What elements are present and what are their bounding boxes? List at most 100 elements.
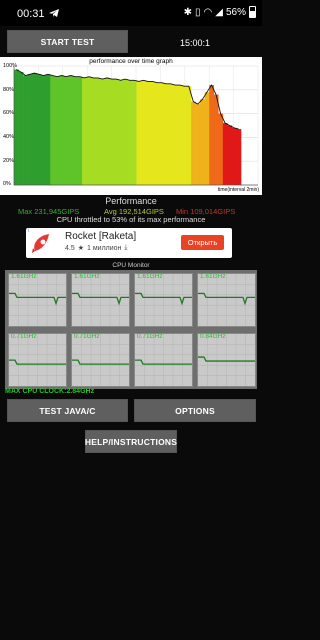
cpu-core-frequency: 1.61GHz xyxy=(200,273,226,280)
cpu-core-chart xyxy=(135,274,192,326)
performance-bar xyxy=(231,127,237,185)
performance-bar xyxy=(73,76,78,185)
ad-meta: 4.5 ★ 1 миллион ⤓ xyxy=(65,244,128,252)
performance-bar xyxy=(218,113,224,185)
performance-graph: performance over time graph 100% 80% 60%… xyxy=(0,57,262,195)
test-timer: 15:00:1 xyxy=(180,38,211,48)
performance-bar xyxy=(209,85,215,185)
cpu-core-frequency: 0.84GHz xyxy=(200,333,226,340)
y-tick-20: 20% xyxy=(3,158,15,164)
throttle-summary: CPU throttled to 53% of its max performa… xyxy=(56,215,206,224)
cpu-core-frequency: 0.71GHz xyxy=(137,333,163,340)
cpu-core-graph: 0.71GHz xyxy=(134,333,193,387)
max-cpu-clock: MAX CPU CLOCK:2.84GHz xyxy=(5,388,95,395)
performance-bar xyxy=(132,80,137,185)
performance-bar xyxy=(27,74,33,185)
cpu-core-frequency: 1.61GHz xyxy=(137,273,163,280)
performance-bar xyxy=(204,92,210,185)
performance-bar xyxy=(63,76,69,185)
performance-bar xyxy=(200,99,205,185)
cpu-monitor-grid: 1.61GHz 1.61GHz 1.61GHz 1.61GHz 0.71GHz 0.71G… xyxy=(5,270,257,389)
cpu-core-chart xyxy=(198,334,255,386)
performance-bar xyxy=(23,75,28,185)
performance-bar xyxy=(195,104,201,185)
bluetooth-icon: ✱ xyxy=(183,6,193,18)
cpu-core-graph: 1.61GHz xyxy=(197,273,256,327)
performance-bar xyxy=(222,123,228,185)
cpu-monitor-title: CPU Monitor xyxy=(112,262,150,269)
cpu-core-chart xyxy=(72,274,129,326)
cpu-core-chart xyxy=(9,274,66,326)
rocket-app-logo xyxy=(32,234,49,253)
performance-bar xyxy=(41,75,47,185)
performance-bar xyxy=(45,74,51,185)
performance-bar xyxy=(168,83,174,185)
performance-chart-svg xyxy=(13,65,259,186)
performance-bar xyxy=(141,80,146,185)
performance-bar xyxy=(191,101,196,185)
performance-bar xyxy=(163,83,169,185)
performance-bar xyxy=(82,77,87,185)
performance-bar xyxy=(109,79,115,185)
status-icons: ✱ ▯ ◠ ◢ 56% xyxy=(184,6,256,18)
ad-downloads: 1 миллион xyxy=(87,244,122,252)
test-java-button[interactable]: TEST JAVA/C xyxy=(7,399,128,422)
cpu-core-graph: 0.71GHz xyxy=(8,333,67,387)
cpu-core-graph: 0.71GHz xyxy=(71,333,130,387)
ad-app-name: Rocket [Raketa] xyxy=(65,231,137,242)
performance-bar xyxy=(186,86,192,185)
performance-bar xyxy=(177,85,183,185)
battery-icon xyxy=(249,6,256,18)
ad-open-button[interactable]: Открыть xyxy=(181,235,224,250)
ad-rating: 4.5 xyxy=(65,244,75,252)
performance-bar xyxy=(227,125,233,185)
performance-bar xyxy=(127,80,133,185)
cpu-core-frequency: 0.71GHz xyxy=(11,333,37,340)
performance-bar xyxy=(181,86,187,185)
y-tick-60: 60% xyxy=(3,110,15,116)
performance-bar xyxy=(100,79,106,185)
vibrate-icon: ▯ xyxy=(195,6,201,18)
performance-bar xyxy=(236,129,242,185)
options-button[interactable]: OPTIONS xyxy=(134,399,256,422)
performance-bar xyxy=(36,74,42,185)
cpu-core-chart xyxy=(135,334,192,386)
graph-title: performance over time graph xyxy=(89,58,173,65)
performance-bar xyxy=(213,94,219,185)
performance-bar xyxy=(77,76,83,185)
telegram-icon xyxy=(49,9,59,17)
star-icon: ★ xyxy=(77,245,85,252)
start-test-button[interactable]: START TEST xyxy=(7,30,128,53)
help-instructions-button[interactable]: HELP/INSTRUCTIONS xyxy=(85,430,177,453)
performance-bar xyxy=(68,75,74,185)
ad-banner[interactable]: i Rocket [Raketa] 4.5 ★ 1 миллион ⤓ Откр… xyxy=(26,228,232,258)
cpu-core-graph: 0.84GHz xyxy=(197,333,256,387)
y-tick-40: 40% xyxy=(3,134,15,140)
performance-bar xyxy=(18,71,24,185)
performance-bar xyxy=(154,82,160,185)
performance-bar xyxy=(118,80,124,185)
download-icon: ⤓ xyxy=(124,244,128,251)
cpu-core-graph: 1.61GHz xyxy=(71,273,130,327)
performance-bar xyxy=(86,76,92,185)
cpu-core-frequency: 0.71GHz xyxy=(74,333,100,340)
performance-bar xyxy=(172,85,178,185)
performance-bar xyxy=(95,77,101,185)
performance-bar xyxy=(159,82,165,185)
y-tick-100: 100% xyxy=(3,63,18,69)
clock: 00:31 xyxy=(17,8,45,20)
performance-bar xyxy=(136,81,142,185)
performance-title: Performance xyxy=(105,196,157,206)
battery-percent: 56% xyxy=(225,6,246,18)
x-axis-label: time(interval 2min) xyxy=(217,187,259,193)
status-bar: 00:31 ✱ ▯ ◠ ◢ 56% xyxy=(0,0,262,26)
performance-bar xyxy=(32,73,37,185)
performance-bar xyxy=(91,77,97,185)
performance-bar xyxy=(145,81,151,185)
cpu-core-graph: 1.61GHz xyxy=(8,273,67,327)
performance-bar xyxy=(122,79,128,185)
cpu-core-frequency: 1.61GHz xyxy=(11,273,37,280)
cpu-core-graph: 1.61GHz xyxy=(134,273,193,327)
performance-bar xyxy=(150,81,156,185)
performance-bar xyxy=(113,79,119,185)
